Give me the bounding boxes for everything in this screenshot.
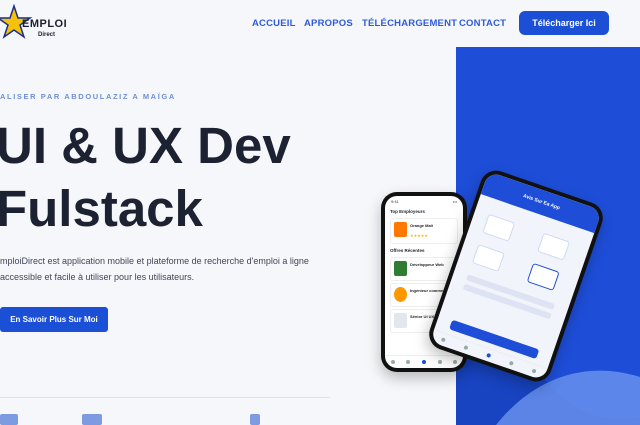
option-card (482, 213, 516, 242)
top-employers-heading: Top Employeurs (390, 209, 425, 214)
option-card (537, 232, 571, 261)
section-divider (0, 397, 330, 398)
hero-description: mploiDirect est application mobile et pl… (0, 256, 309, 282)
nav-contact[interactable]: CONTACT (459, 18, 506, 29)
recent-offers-heading: Offres Récentes (390, 248, 425, 253)
learn-more-button[interactable]: En Savoir Plus Sur Moi (0, 307, 108, 332)
employer-card: Orange Mali ★★★★★ (390, 218, 458, 244)
logo-text: EMPLOI (22, 18, 68, 30)
logo[interactable]: EMPLOI Direct (0, 4, 90, 44)
bottom-nav (385, 355, 463, 368)
hero-subtitle: ALISER PAR ABDOULAZIZ A MAÏGA (0, 92, 176, 101)
option-card (471, 244, 505, 273)
nav-accueil[interactable]: ACCUEIL (252, 18, 296, 29)
nav-telechargement[interactable]: TÉLÉCHARGEMENT (362, 18, 457, 29)
next-section-heading (0, 414, 330, 425)
offer-title: Développeur Web (410, 262, 444, 267)
hero-title-line2: Fulstack (0, 180, 203, 237)
download-button[interactable]: Télécharger Ici (519, 11, 609, 35)
hero-title-line1: UI & UX Dev (0, 117, 291, 174)
employer-name: Orange Mali (410, 223, 433, 228)
option-card (526, 262, 560, 291)
nav-apropos[interactable]: APROPOS (304, 18, 353, 29)
logo-subtext: Direct (38, 32, 56, 38)
